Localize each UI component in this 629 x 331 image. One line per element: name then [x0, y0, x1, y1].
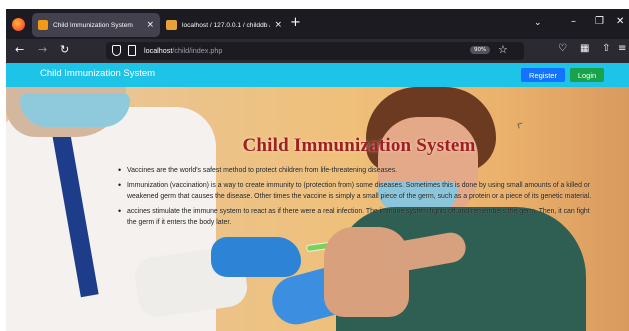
tab-strip: Child Immunization System × localhost / …	[6, 9, 629, 39]
hero-text-block: Child Immunization System Vaccines are t…	[118, 135, 600, 232]
tab-close-icon[interactable]: ×	[274, 20, 282, 30]
page-viewport: Child Immunization System Register Login	[6, 63, 629, 331]
tab-title: Child Immunization System	[53, 21, 133, 29]
list-all-tabs-chevron-icon[interactable]: ⌄	[534, 18, 542, 28]
url-text[interactable]: localhost/child/index.php	[144, 46, 222, 55]
share-icon[interactable]: ⇧	[602, 44, 610, 54]
firefox-logo-icon[interactable]	[12, 18, 25, 31]
new-tab-plus-icon[interactable]: +	[290, 16, 301, 29]
phpmyadmin-favicon-icon	[166, 20, 177, 30]
tab-close-icon[interactable]: ×	[146, 20, 154, 30]
tab-title: localhost / 127.0.0.1 / childdb / ...	[182, 21, 271, 29]
list-item: accines stimulate the immune system to r…	[118, 206, 600, 229]
hero-section: Child Immunization System Vaccines are t…	[6, 87, 629, 331]
address-bar[interactable]: localhost/child/index.php 90% ☆	[106, 42, 524, 60]
tab-child-immunization[interactable]: Child Immunization System ×	[32, 13, 160, 37]
tracking-shield-icon[interactable]	[112, 45, 121, 56]
register-button[interactable]: Register	[521, 68, 565, 82]
bookmark-star-icon[interactable]: ☆	[498, 43, 508, 56]
page-info-icon[interactable]	[128, 45, 136, 56]
zoom-level-badge[interactable]: 90%	[470, 46, 491, 54]
hamburger-menu-icon[interactable]: ≡	[618, 44, 626, 54]
site-favicon-icon	[38, 20, 48, 30]
hero-title: Child Immunization System	[242, 135, 476, 156]
pocket-icon[interactable]: ♡	[558, 44, 567, 54]
list-item: Vaccines are the world's safest method t…	[118, 165, 600, 177]
restore-icon[interactable]: ❐	[595, 17, 604, 27]
tab-phpmyadmin[interactable]: localhost / 127.0.0.1 / childdb / ... ×	[160, 13, 288, 37]
extensions-icon[interactable]: ▦	[580, 44, 589, 54]
browser-window: Child Immunization System × localhost / …	[6, 9, 629, 331]
window-close-icon[interactable]: ✕	[616, 17, 624, 27]
list-item: Immunization (vaccination) is a way to c…	[118, 180, 600, 203]
site-navbar: Child Immunization System Register Login	[6, 63, 629, 87]
back-arrow-icon[interactable]: ←	[15, 44, 24, 55]
info-bullet-list: Vaccines are the world's safest method t…	[118, 165, 600, 229]
login-button[interactable]: Login	[570, 68, 604, 82]
minimize-icon[interactable]: –	[571, 17, 576, 27]
forward-arrow-icon[interactable]: →	[38, 44, 47, 55]
site-brand[interactable]: Child Immunization System	[40, 68, 155, 79]
navigation-toolbar: ← → ↻ localhost/child/index.php 90% ☆ ♡ …	[6, 39, 629, 63]
reload-icon[interactable]: ↻	[60, 44, 69, 55]
